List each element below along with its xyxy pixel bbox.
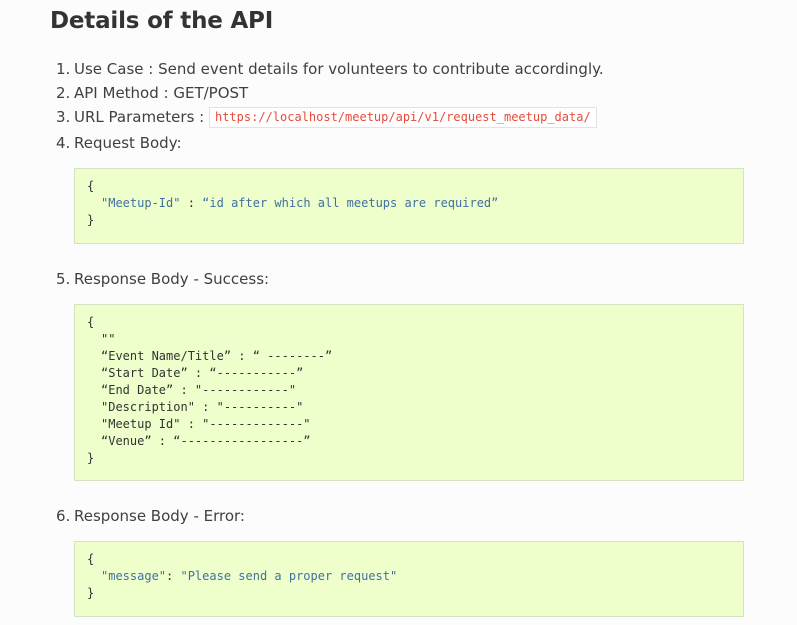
code-line: } [87, 451, 95, 465]
code-line: { [87, 315, 95, 329]
list-item-response-success: 5. Response Body - Success: [56, 269, 269, 289]
code-value: "Please send a proper request" [180, 569, 398, 583]
list-item-use-case: 1. Use Case : Send event details for volu… [56, 59, 604, 79]
code-line: “Start Date” : “-----------” [101, 366, 304, 380]
code-key: "message" [101, 569, 167, 583]
list-item-response-error: 6. Response Body - Error: [56, 506, 245, 526]
code-separator: : [180, 196, 203, 210]
code-line: "Meetup Id" : "-------------" [101, 417, 311, 431]
list-item-label: URL Parameters : [74, 108, 205, 126]
list-number: 5. [56, 270, 71, 288]
code-line: "message": "Please send a proper request… [87, 568, 731, 585]
code-line: } [87, 213, 95, 227]
code-line: "Description" : "----------" [101, 400, 304, 414]
list-item-text: Response Body - Error: [74, 507, 245, 525]
list-number: 2. [56, 84, 71, 102]
request-body-code-block: { "Meetup-Id" : “id after which all meet… [74, 168, 744, 244]
code-line: "" [101, 332, 116, 346]
code-line: “Event Name/Title” : “ --------” [101, 349, 333, 363]
code-line: } [87, 586, 95, 600]
code-key: "Meetup-Id" [101, 196, 181, 210]
code-value: “id after which all meetups are required… [202, 196, 499, 210]
code-line: { [87, 552, 95, 566]
list-item-request-body: 4. Request Body: [56, 133, 182, 153]
list-item-url-parameters: 3. URL Parameters : https://localhost/mee… [56, 107, 597, 128]
code-line: “End Date” : "------------" [101, 383, 297, 397]
list-number: 4. [56, 134, 71, 152]
success-body-code-block: { "" “Event Name/Title” : “ --------” “S… [74, 304, 744, 481]
list-item-text: Use Case : Send event details for volunt… [74, 60, 604, 78]
list-number: 6. [56, 507, 71, 525]
code-line: { [87, 179, 95, 193]
code-line: "Meetup-Id" : “id after which all meetup… [87, 195, 731, 212]
list-item-text: API Method : GET/POST [74, 84, 249, 102]
list-item-text: Response Body - Success: [74, 270, 270, 288]
page-title: Details of the API [50, 8, 274, 34]
list-item-api-method: 2. API Method : GET/POST [56, 83, 248, 103]
code-separator: : [166, 569, 181, 583]
error-body-code-block: { "message": "Please send a proper reque… [74, 541, 744, 617]
url-code-inline: https://localhost/meetup/api/v1/request_… [208, 107, 597, 128]
list-item-text: Request Body: [74, 134, 182, 152]
code-line: “Venue” : “-----------------” [101, 434, 311, 448]
list-number: 3. [56, 108, 71, 126]
list-number: 1. [56, 60, 71, 78]
